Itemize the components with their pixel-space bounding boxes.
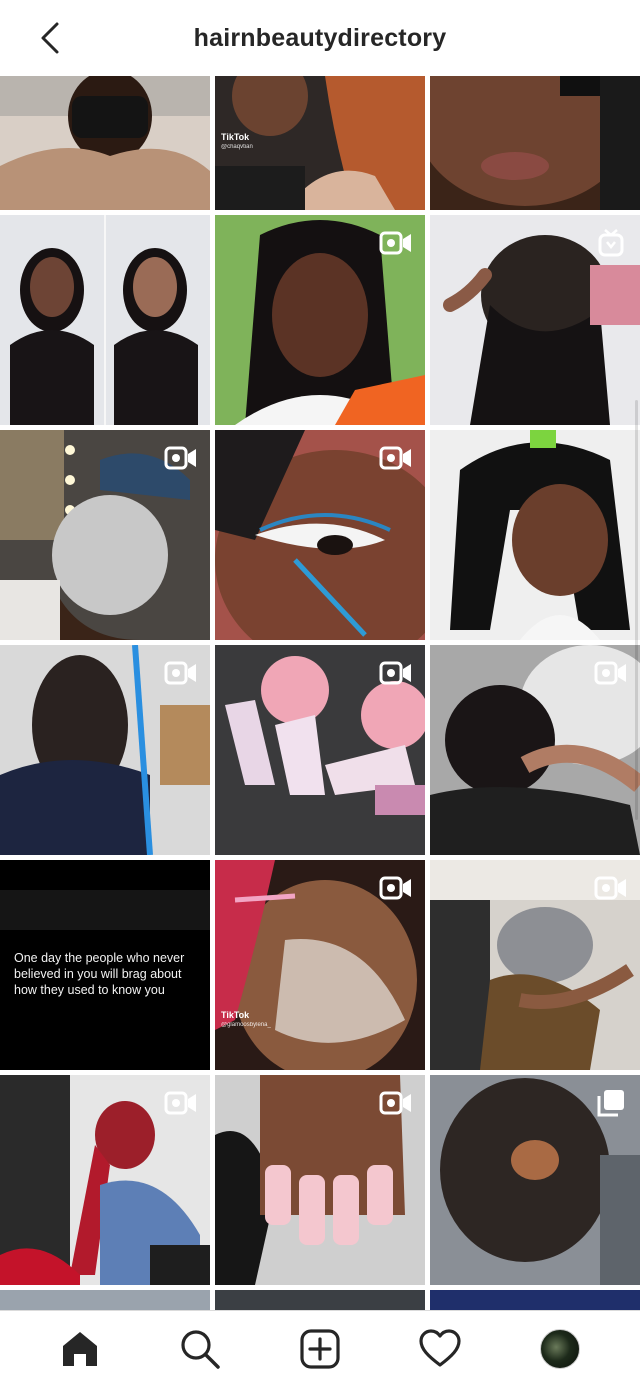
nav-search[interactable] [170, 1319, 230, 1379]
posts-grid: TikTok @chaqvtian One day the people who… [0, 76, 640, 1310]
new-post-icon [300, 1328, 340, 1369]
post-thumbnail[interactable] [0, 645, 210, 855]
post-thumbnail[interactable] [430, 1290, 640, 1310]
profile-avatar [540, 1328, 580, 1369]
video-camera-icon [164, 446, 196, 470]
nav-new-post[interactable] [290, 1319, 350, 1379]
video-camera-icon [164, 661, 196, 685]
video-camera-icon [379, 446, 411, 470]
post-thumbnail[interactable] [215, 430, 425, 640]
post-thumbnail[interactable]: One day the people who never believed in… [0, 860, 210, 1070]
post-thumbnail[interactable] [430, 1075, 640, 1285]
post-thumbnail[interactable] [430, 215, 640, 425]
post-thumbnail[interactable] [215, 215, 425, 425]
video-camera-icon [379, 661, 411, 685]
page-title: hairnbeautydirectory [193, 23, 447, 52]
nav-activity[interactable] [410, 1319, 470, 1379]
post-thumbnail[interactable]: TikTok @chaqvtian [215, 76, 425, 210]
post-thumbnail[interactable] [215, 1290, 425, 1310]
carousel-icon [597, 1090, 624, 1117]
post-thumbnail[interactable] [430, 860, 640, 1070]
video-camera-icon [379, 1091, 411, 1115]
tiktok-watermark: TikTok @glamoosbylena_ [221, 1010, 271, 1028]
video-camera-icon [379, 231, 411, 255]
post-thumbnail[interactable] [0, 215, 210, 425]
quote-text: One day the people who never believed in… [14, 951, 185, 997]
post-thumbnail[interactable] [0, 1075, 210, 1285]
post-thumbnail[interactable]: TikTok @glamoosbylena_ [215, 860, 425, 1070]
tiktok-watermark: TikTok @chaqvtian [221, 132, 253, 150]
post-thumbnail[interactable] [430, 430, 640, 640]
search-icon [181, 1329, 220, 1369]
scrollbar[interactable] [635, 400, 638, 820]
video-camera-icon [164, 1091, 196, 1115]
post-thumbnail[interactable] [0, 430, 210, 640]
nav-home[interactable] [50, 1319, 110, 1379]
post-thumbnail[interactable] [430, 645, 640, 855]
bottom-nav [0, 1310, 640, 1386]
video-camera-icon [594, 661, 626, 685]
video-camera-icon [594, 876, 626, 900]
heart-icon [419, 1328, 461, 1367]
post-thumbnail[interactable] [430, 76, 640, 210]
chevron-left-icon [41, 22, 59, 54]
post-thumbnail[interactable] [215, 645, 425, 855]
post-thumbnail[interactable] [215, 1075, 425, 1285]
post-thumbnail[interactable] [0, 1290, 210, 1310]
igtv-icon [598, 229, 624, 257]
profile-header: hairnbeautydirectory [0, 0, 640, 76]
nav-profile[interactable] [530, 1319, 590, 1379]
post-thumbnail[interactable] [0, 76, 210, 210]
back-button[interactable] [30, 18, 70, 58]
video-camera-icon [379, 876, 411, 900]
home-icon [63, 1331, 97, 1366]
